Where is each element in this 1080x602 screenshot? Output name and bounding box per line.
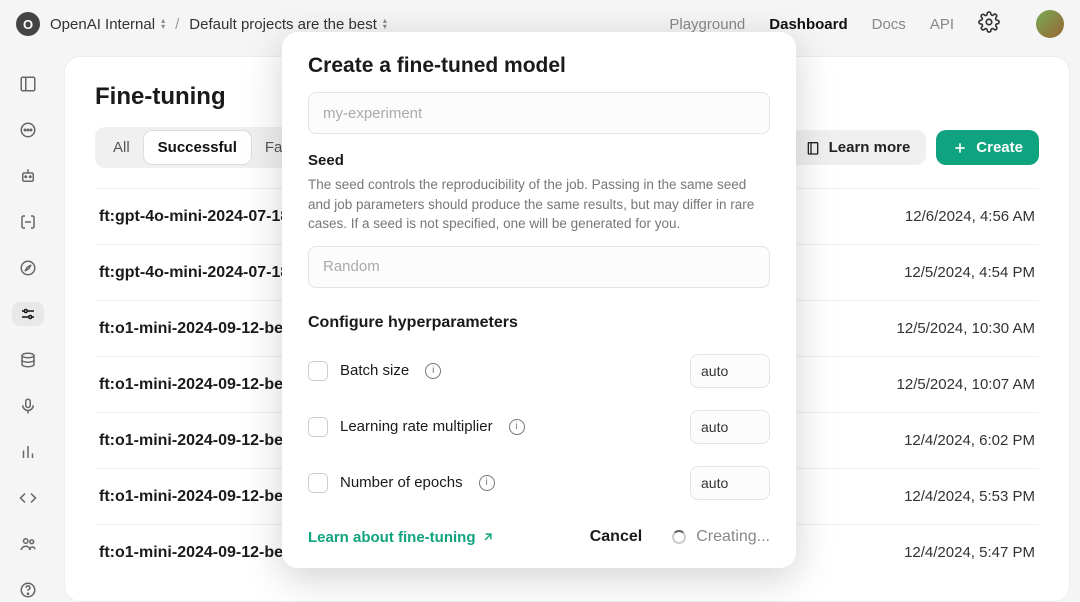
- avatar[interactable]: [1036, 10, 1064, 38]
- info-icon[interactable]: i: [509, 419, 525, 435]
- external-link-icon: [481, 530, 495, 544]
- gear-icon[interactable]: [978, 11, 1000, 37]
- mic-icon[interactable]: [12, 394, 44, 418]
- lr-label: Learning rate multiplier: [340, 418, 493, 435]
- hp-lr-row: Learning rate multiplier i: [308, 410, 770, 444]
- epochs-checkbox[interactable]: [308, 473, 328, 493]
- tab-successful[interactable]: Successful: [144, 131, 251, 164]
- info-icon[interactable]: i: [479, 475, 495, 491]
- org-selector[interactable]: OpenAI Internal ▴▾: [50, 16, 165, 33]
- compass-icon[interactable]: [12, 256, 44, 280]
- seed-input[interactable]: [308, 246, 770, 288]
- help-icon[interactable]: [12, 578, 44, 602]
- project-name: Default projects are the best: [189, 16, 377, 33]
- info-icon[interactable]: i: [425, 363, 441, 379]
- panel-icon[interactable]: [12, 72, 44, 96]
- hyperparameters-heading: Configure hyperparameters: [308, 314, 770, 332]
- breadcrumb-separator: /: [175, 16, 179, 33]
- project-selector[interactable]: Default projects are the best ▴▾: [189, 16, 387, 33]
- batch-input[interactable]: [690, 354, 770, 388]
- create-button[interactable]: Create: [936, 130, 1039, 165]
- chevron-updown-icon: ▴▾: [161, 18, 165, 30]
- hp-epochs-row: Number of epochs i: [308, 466, 770, 500]
- seed-label: Seed: [308, 152, 770, 169]
- tab-all[interactable]: All: [99, 131, 144, 164]
- spinner-icon: [672, 530, 686, 544]
- database-icon[interactable]: [12, 348, 44, 372]
- code-icon[interactable]: [12, 486, 44, 510]
- epochs-label: Number of epochs: [340, 474, 463, 491]
- learn-more-button[interactable]: Learn more: [789, 130, 927, 165]
- lr-input[interactable]: [690, 410, 770, 444]
- robot-icon[interactable]: [12, 164, 44, 188]
- users-icon[interactable]: [12, 532, 44, 556]
- lr-checkbox[interactable]: [308, 417, 328, 437]
- org-name: OpenAI Internal: [50, 16, 155, 33]
- cancel-button[interactable]: Cancel: [590, 528, 642, 546]
- modal-title: Create a fine-tuned model: [308, 54, 770, 78]
- seed-help-text: The seed controls the reproducibility of…: [308, 175, 770, 234]
- nav-playground[interactable]: Playground: [669, 16, 745, 33]
- epochs-input[interactable]: [690, 466, 770, 500]
- plus-icon: [952, 140, 968, 156]
- breadcrumb: OpenAI Internal ▴▾ / Default projects ar…: [50, 16, 387, 33]
- brackets-icon[interactable]: [12, 210, 44, 234]
- book-icon: [805, 140, 821, 156]
- create-finetune-modal: Create a fine-tuned model Seed The seed …: [282, 32, 796, 568]
- sidebar: [0, 48, 56, 602]
- creating-status: Creating...: [672, 528, 770, 546]
- nav-docs[interactable]: Docs: [872, 16, 906, 33]
- chat-icon[interactable]: [12, 118, 44, 142]
- chevron-updown-icon: ▴▾: [383, 18, 387, 30]
- hp-batch-row: Batch size i: [308, 354, 770, 388]
- name-input[interactable]: [308, 92, 770, 134]
- nav-dashboard[interactable]: Dashboard: [769, 16, 847, 33]
- batch-checkbox[interactable]: [308, 361, 328, 381]
- sliders-icon[interactable]: [12, 302, 44, 326]
- learn-about-link[interactable]: Learn about fine-tuning: [308, 529, 495, 546]
- batch-label: Batch size: [340, 362, 409, 379]
- nav-api[interactable]: API: [930, 16, 954, 33]
- page-title: Fine-tuning: [95, 83, 226, 111]
- bar-chart-icon[interactable]: [12, 440, 44, 464]
- org-badge[interactable]: O: [16, 12, 40, 36]
